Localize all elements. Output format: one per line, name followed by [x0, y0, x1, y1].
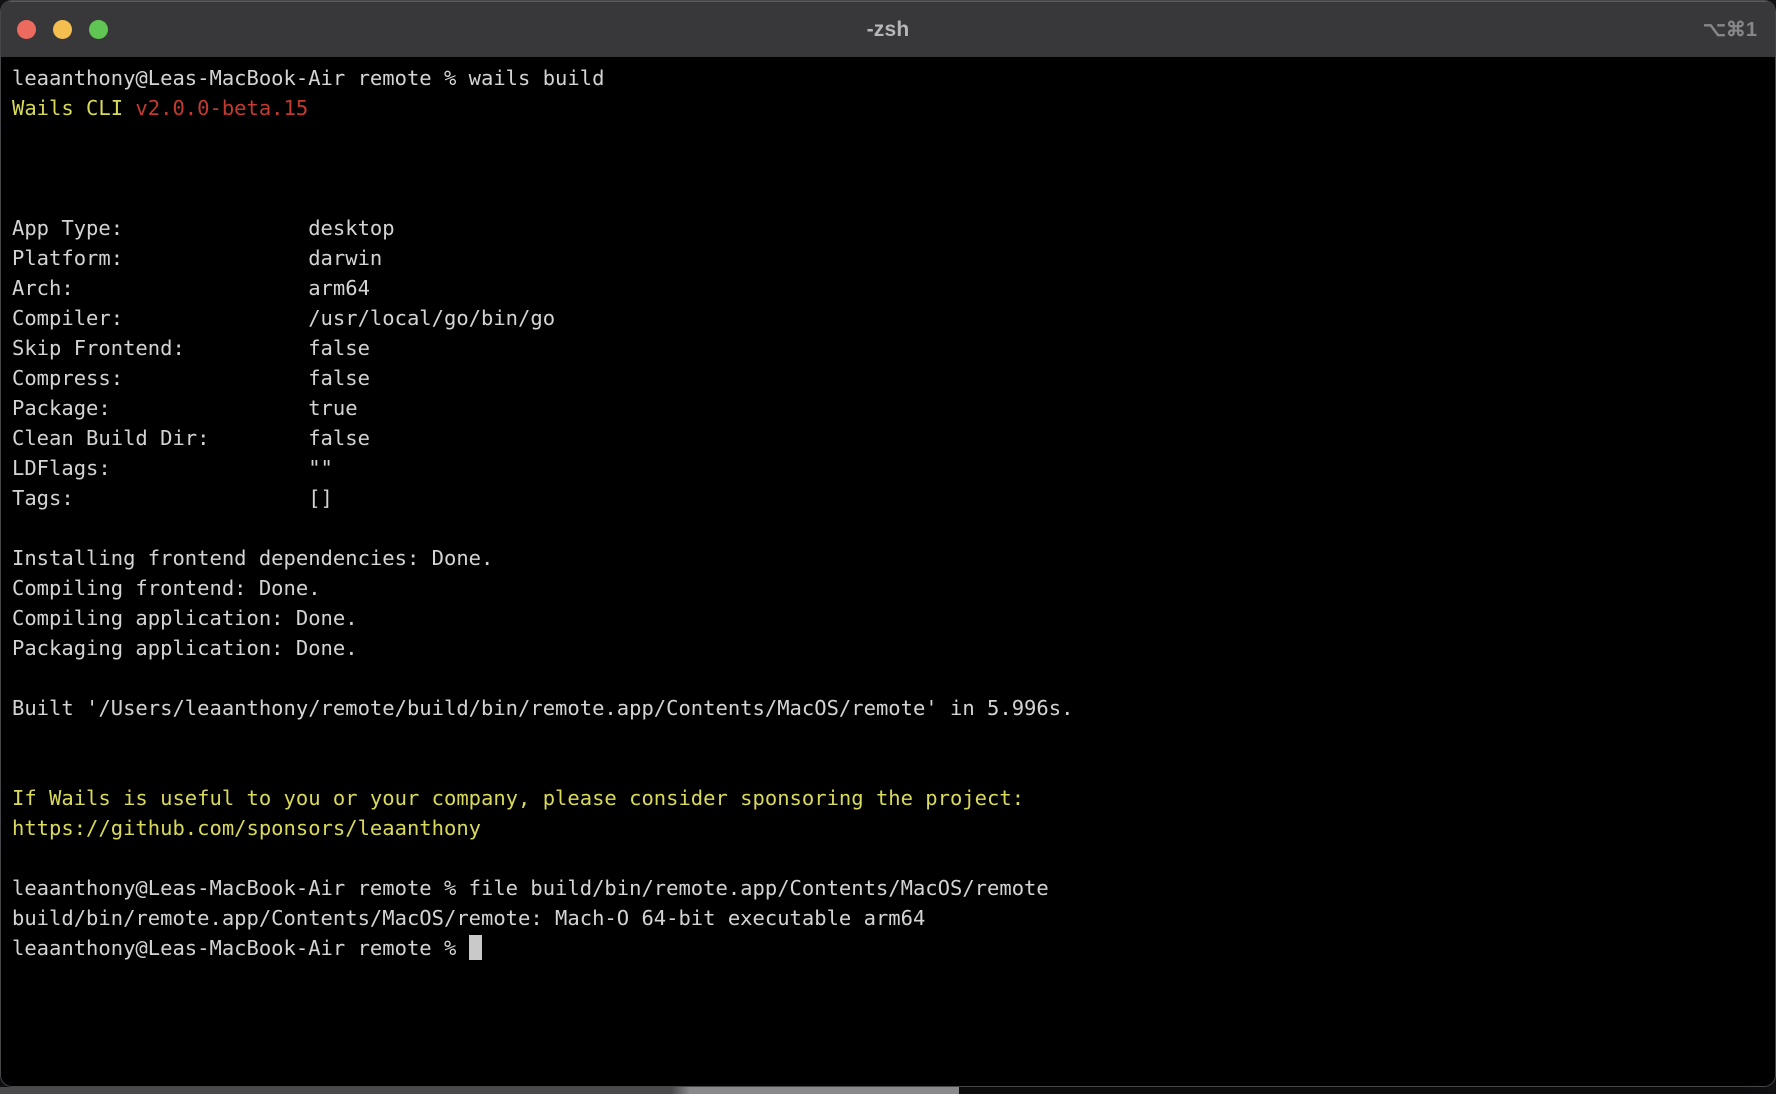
terminal-line-package: Package: true: [12, 393, 1775, 423]
terminal-line-sponsor-url: https://github.com/sponsors/leaanthony: [12, 813, 1775, 843]
build-info-row: Skip Frontend: false: [12, 336, 370, 360]
progress-message: Compiling application: Done.: [12, 606, 358, 630]
terminal-line-ldflags: LDFlags: "": [12, 453, 1775, 483]
build-info-row: App Type: desktop: [12, 216, 395, 240]
terminal-line-blank: [12, 723, 1775, 753]
build-info-row: Package: true: [12, 396, 358, 420]
traffic-lights: [17, 2, 108, 57]
zoom-button[interactable]: [89, 20, 108, 39]
terminal-line-compiling-frontend: Compiling frontend: Done.: [12, 573, 1775, 603]
build-info-row: Platform: darwin: [12, 246, 382, 270]
terminal-line-skip-frontend: Skip Frontend: false: [12, 333, 1775, 363]
terminal-line-blank: [12, 843, 1775, 873]
terminal-line-prompt-file-command: leaanthony@Leas-MacBook-Air remote % fil…: [12, 873, 1775, 903]
terminal-line-arch: Arch: arm64: [12, 273, 1775, 303]
terminal-line-compress: Compress: false: [12, 363, 1775, 393]
terminal-line-platform: Platform: darwin: [12, 243, 1775, 273]
terminal-line-blank: [12, 183, 1775, 213]
wails-cli-label: Wails CLI: [12, 96, 135, 120]
build-info-row: Compress: false: [12, 366, 370, 390]
progress-message: Packaging application: Done.: [12, 636, 358, 660]
build-info-row: Tags: []: [12, 486, 333, 510]
build-info-row: Compiler: /usr/local/go/bin/go: [12, 306, 555, 330]
terminal-line-file-output: build/bin/remote.app/Contents/MacOS/remo…: [12, 903, 1775, 933]
sponsor-url[interactable]: https://github.com/sponsors/leaanthony: [12, 816, 481, 840]
terminal-line-blank: [12, 153, 1775, 183]
sponsor-message: If Wails is useful to you or your compan…: [12, 786, 1024, 810]
progress-message: Compiling frontend: Done.: [12, 576, 321, 600]
terminal-window: -zsh ⌥⌘1 leaanthony@Leas-MacBook-Air rem…: [0, 0, 1776, 1087]
terminal-line-clean-build-dir: Clean Build Dir: false: [12, 423, 1775, 453]
build-info-row: Clean Build Dir: false: [12, 426, 370, 450]
progress-message: Installing frontend dependencies: Done.: [12, 546, 493, 570]
prompt-text: leaanthony@Leas-MacBook-Air remote %: [12, 936, 469, 960]
terminal-line-packaging-application: Packaging application: Done.: [12, 633, 1775, 663]
background-window-edge: [0, 1087, 959, 1094]
terminal-line-blank: [12, 513, 1775, 543]
prompt-text: leaanthony@Leas-MacBook-Air remote % fil…: [12, 876, 1049, 900]
terminal-line-app-type: App Type: desktop: [12, 213, 1775, 243]
terminal-line-compiling-application: Compiling application: Done.: [12, 603, 1775, 633]
terminal-line-built-result: Built '/Users/leaanthony/remote/build/bi…: [12, 693, 1775, 723]
terminal-line-active-prompt[interactable]: leaanthony@Leas-MacBook-Air remote %: [12, 933, 1775, 963]
terminal-line-installing-deps: Installing frontend dependencies: Done.: [12, 543, 1775, 573]
window-titlebar[interactable]: -zsh ⌥⌘1: [1, 1, 1775, 57]
close-button[interactable]: [17, 20, 36, 39]
file-command-output: build/bin/remote.app/Contents/MacOS/remo…: [12, 906, 925, 930]
terminal-line-compiler: Compiler: /usr/local/go/bin/go: [12, 303, 1775, 333]
window-shortcut-hint: ⌥⌘1: [1703, 2, 1757, 57]
terminal-line-blank: [12, 663, 1775, 693]
terminal-line-sponsor-message: If Wails is useful to you or your compan…: [12, 783, 1775, 813]
window-title: -zsh: [1, 18, 1775, 42]
built-path-message: Built '/Users/leaanthony/remote/build/bi…: [12, 696, 1073, 720]
terminal-line-blank: [12, 123, 1775, 153]
terminal-line-tags: Tags: []: [12, 483, 1775, 513]
build-info-row: Arch: arm64: [12, 276, 370, 300]
terminal-line-blank: [12, 753, 1775, 783]
terminal-cursor: [469, 935, 482, 960]
terminal-screen[interactable]: leaanthony@Leas-MacBook-Air remote % wai…: [1, 57, 1775, 1087]
terminal-line-version: Wails CLI v2.0.0-beta.15: [12, 93, 1775, 123]
prompt-text: leaanthony@Leas-MacBook-Air remote % wai…: [12, 66, 604, 90]
wails-version-label: v2.0.0-beta.15: [135, 96, 308, 120]
build-info-row: LDFlags: "": [12, 456, 333, 480]
minimize-button[interactable]: [53, 20, 72, 39]
terminal-line-prompt-wails-build: leaanthony@Leas-MacBook-Air remote % wai…: [12, 63, 1775, 93]
